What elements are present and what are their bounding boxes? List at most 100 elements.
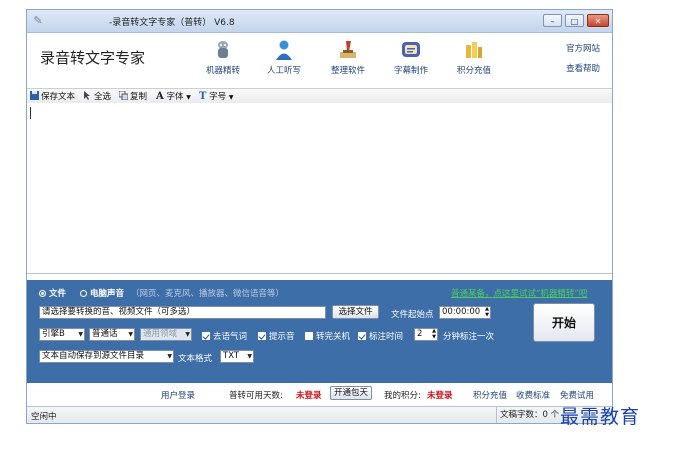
days-value: 未登录	[296, 391, 322, 401]
tool-label: 机器精转	[205, 66, 240, 76]
promo-link[interactable]: 普通某备，点这里试试“机器精转”吧	[451, 287, 587, 299]
tool-label: 字幕制作	[393, 66, 428, 76]
copy-label: 复制	[130, 92, 148, 102]
font-size-icon: T	[199, 91, 207, 102]
tool-manual-dictation[interactable]: 人工听写	[258, 39, 310, 76]
chevron-down-icon: ▼	[247, 353, 252, 360]
user-login-link[interactable]: 用户登录	[161, 389, 195, 401]
mark-time-checkbox[interactable]: 标注时间	[358, 330, 403, 342]
start-point-label: 文件起始点	[391, 310, 434, 320]
main-window: ✎ -录音转文字专家（普转） V6.8 – □ ✕ 录音转文字专家 机器精转 人…	[26, 9, 613, 424]
language-value: 普通话	[92, 329, 118, 339]
engine-select[interactable]: 引擎B ▼	[39, 328, 85, 341]
spinner-icon: ▲ ▼	[485, 306, 489, 318]
select-file-button[interactable]: 选择文件	[332, 305, 379, 319]
tool-points-recharge[interactable]: 积分充值	[448, 39, 500, 76]
file-radio[interactable]: 文件	[39, 287, 66, 299]
select-all-icon	[84, 91, 90, 100]
radio-icon	[80, 290, 87, 297]
chevron-down-icon: ▼	[167, 353, 172, 360]
font-button[interactable]: A 字体 ▼	[156, 90, 191, 102]
tool-label: 人工听写	[266, 66, 301, 76]
format-toolbar: 保存文本 全选 复制 A 字体 ▼ T 字号 ▼	[27, 88, 612, 104]
robot-transcribe-icon	[218, 41, 228, 58]
save-text-button[interactable]: 保存文本	[30, 90, 75, 102]
close-button[interactable]: ✕	[587, 14, 609, 27]
language-select[interactable]: 普通话 ▼	[89, 328, 135, 341]
spinner-icon: ▲ ▼	[432, 328, 436, 340]
watermark: 最需教育	[560, 406, 641, 428]
font-size-label: 字号	[209, 92, 227, 102]
tool-subtitle-maker[interactable]: 字幕制作	[385, 39, 437, 76]
mark-interval-suffix: 分钟标注一次	[443, 332, 495, 342]
title-bar[interactable]: ✎ -录音转文字专家（普转） V6.8 – □ ✕	[27, 10, 612, 33]
tool-machine-transcribe[interactable]: 机器精转	[197, 39, 249, 76]
person-dictation-icon	[276, 40, 292, 60]
beep-checkbox[interactable]: 提示音	[258, 330, 295, 342]
minimize-button[interactable]: –	[543, 14, 562, 27]
status-bar: 空闲中 文稿字数：0 个	[27, 406, 612, 423]
computer-sound-radio[interactable]: 电脑声音	[80, 287, 124, 299]
select-all-button[interactable]: 全选	[83, 90, 111, 102]
font-size-button[interactable]: T 字号 ▼	[199, 90, 234, 102]
app-name: 录音转文字专家	[40, 49, 146, 67]
transcript-editor[interactable]	[27, 103, 612, 274]
radio-icon	[39, 290, 46, 297]
checkbox-icon	[202, 332, 210, 340]
save-icon	[30, 91, 39, 100]
mark-interval-value: 2	[417, 329, 423, 339]
app-icon: ✎	[33, 14, 43, 27]
fee-standard-link[interactable]: 收费标准	[516, 389, 550, 401]
word-count: 文稿字数：0 个	[496, 407, 559, 423]
shutdown-checkbox[interactable]: 转完关机	[305, 330, 350, 342]
start-button[interactable]: 开始	[533, 303, 595, 342]
checkbox-icon	[305, 332, 313, 340]
copy-button[interactable]: 复制	[119, 90, 147, 102]
remove-filler-checkbox[interactable]: 去语气词	[202, 330, 247, 342]
chevron-down-icon: ▼	[228, 94, 234, 101]
text-format-label: 文本格式	[178, 354, 213, 364]
text-format-value: TXT	[223, 351, 240, 361]
save-mode-select[interactable]: 文本自动保存到源文件目录 ▼	[39, 350, 174, 363]
official-site-link[interactable]: 官方网站	[566, 42, 600, 54]
tool-organize-software[interactable]: 整理软件	[322, 39, 374, 76]
text-format-select[interactable]: TXT ▼	[220, 350, 254, 363]
computer-sound-label: 电脑声音	[90, 289, 125, 299]
free-trial-link[interactable]: 免费试用	[560, 389, 594, 401]
computer-sound-hint: （网页、麦克风、播放器、微信语音等）	[131, 289, 285, 299]
mark-time-label: 标注时间	[369, 332, 404, 342]
organize-software-icon	[340, 41, 356, 58]
domain-select: 通用领域 ▼	[140, 328, 192, 341]
points-value: 未登录	[427, 391, 453, 401]
checkbox-icon	[258, 332, 266, 340]
file-radio-label: 文件	[49, 289, 67, 299]
help-link[interactable]: 查看帮助	[566, 62, 600, 74]
file-path-input[interactable]: 请选择要转换的音、视频文件（可多选）	[39, 306, 326, 319]
subtitle-maker-icon	[402, 42, 420, 57]
open-package-button[interactable]: 开通包天	[330, 386, 372, 400]
remove-filler-label: 去语气词	[213, 332, 248, 342]
font-icon: A	[156, 91, 164, 102]
domain-value: 通用领域	[143, 329, 178, 339]
maximize-button[interactable]: □	[565, 14, 584, 27]
days-label: 普转可用天数:	[229, 391, 283, 401]
recharge-link[interactable]: 积分充值	[473, 389, 507, 401]
save-mode-value: 文本自动保存到源文件目录	[42, 351, 145, 361]
status-text: 空闲中	[31, 412, 57, 422]
text-caret	[30, 107, 31, 119]
start-point-input[interactable]: 00:00:00 ▲ ▼	[439, 306, 491, 319]
chevron-down-icon: ▼	[186, 94, 191, 101]
beep-label: 提示音	[269, 332, 295, 342]
mark-interval-input[interactable]: 2 ▲ ▼	[414, 328, 438, 341]
select-all-label: 全选	[94, 92, 112, 102]
start-point-value: 00:00:00	[442, 307, 481, 317]
chevron-down-icon: ▼	[78, 331, 83, 338]
header: 录音转文字专家 机器精转 人工听写 整理软件 字幕制作 积分充值 官方网站 查看…	[27, 33, 612, 88]
checkbox-icon	[358, 332, 366, 340]
chevron-down-icon: ▼	[185, 331, 190, 338]
tool-label: 积分充值	[456, 66, 491, 76]
tool-label: 整理软件	[330, 66, 365, 76]
copy-icon	[119, 91, 128, 100]
save-label: 保存文本	[41, 92, 76, 102]
font-label: 字体	[166, 92, 184, 102]
